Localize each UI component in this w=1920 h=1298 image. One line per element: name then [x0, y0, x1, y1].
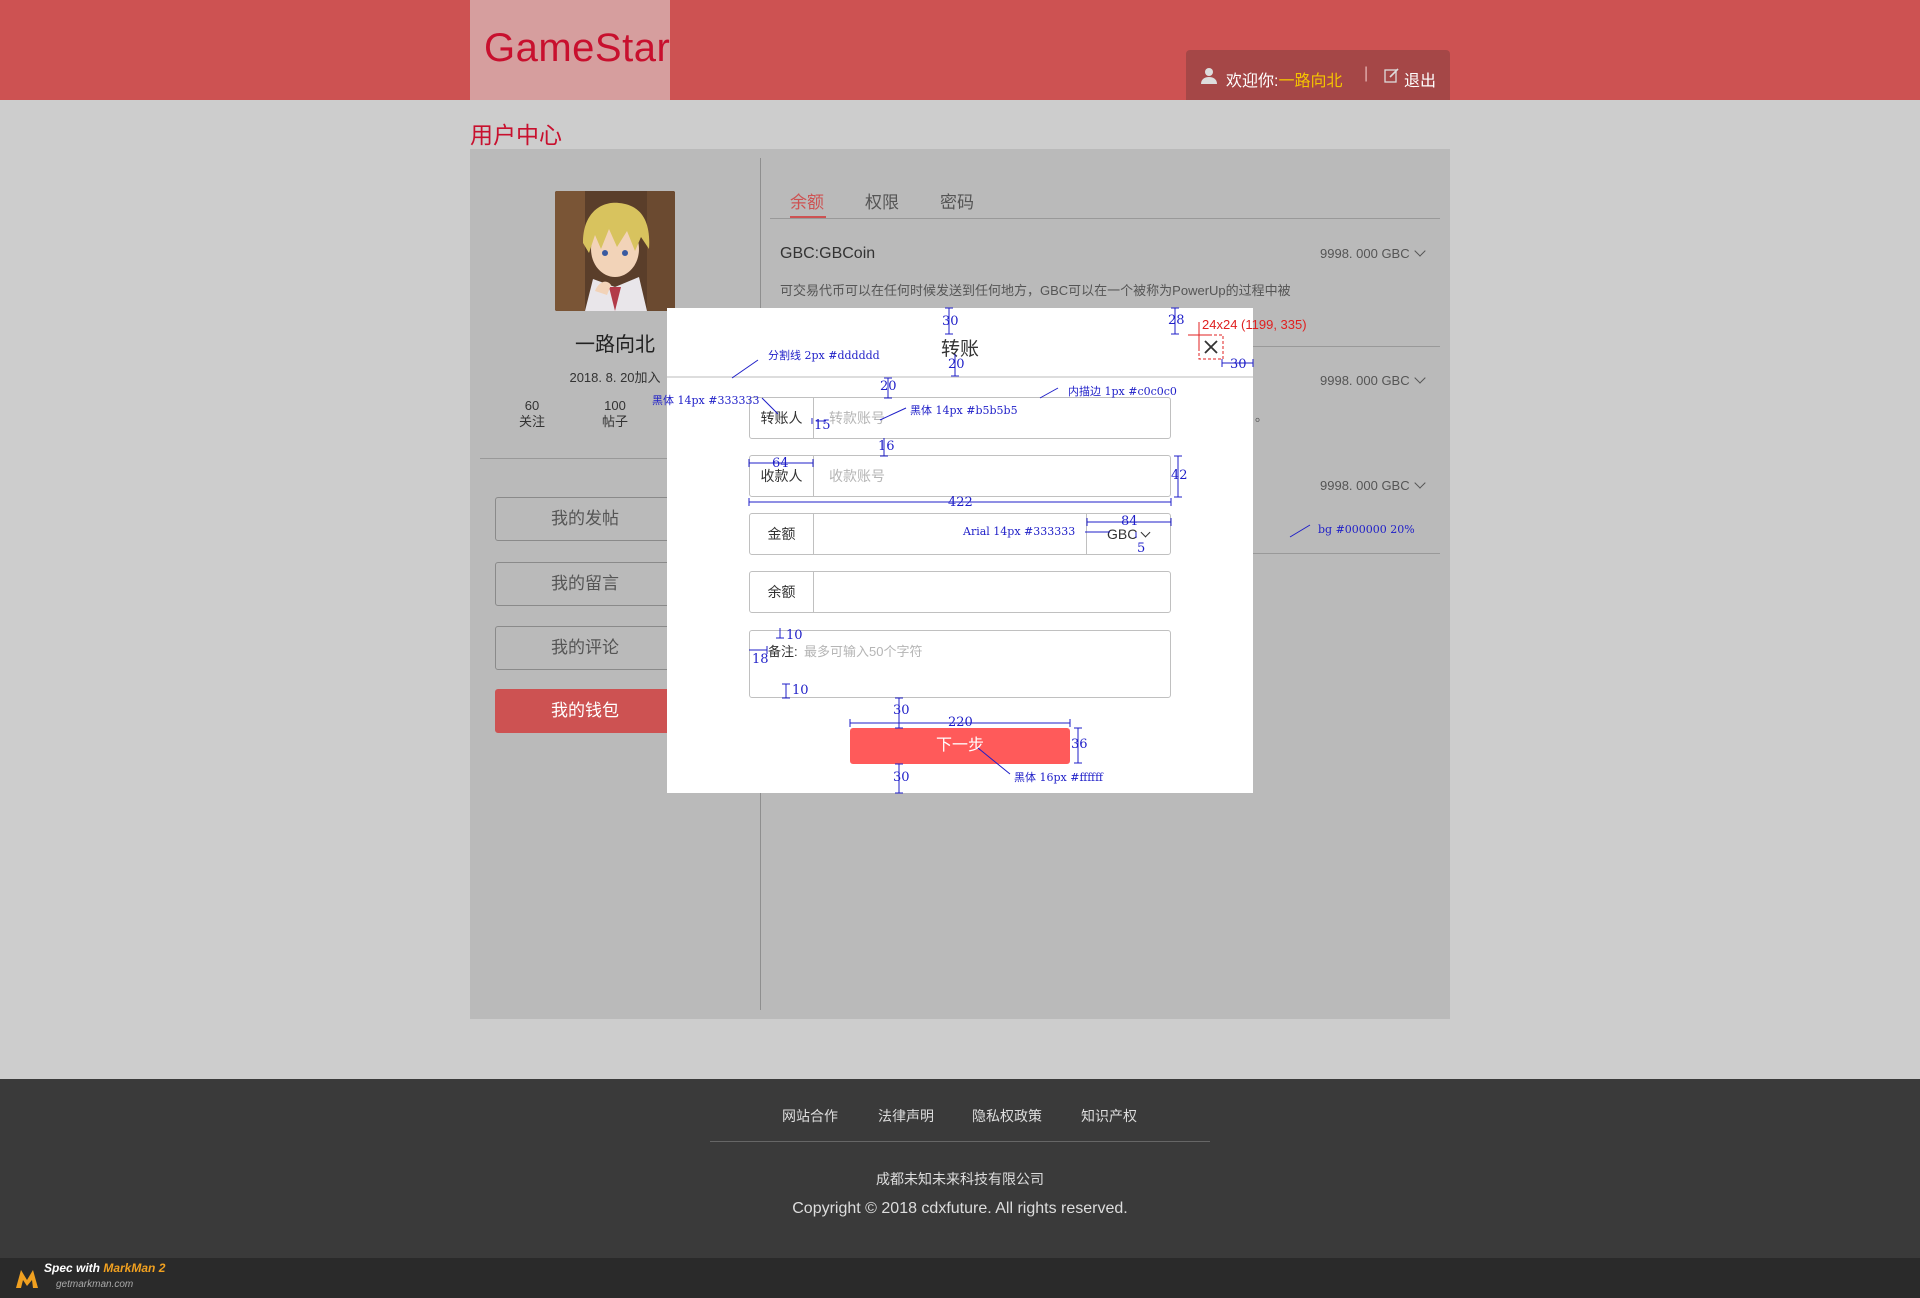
separator: | — [1364, 65, 1369, 82]
field-placeholder: 转款账号 — [829, 410, 885, 426]
avatar — [555, 191, 675, 311]
dim-label: 30 — [1230, 357, 1247, 372]
desc-line: 可交易代币可以在任何时候发送到任何地方，GBC可以在一个被称为PowerUp的过… — [780, 283, 1291, 298]
stat-label: 帖子 — [601, 414, 628, 429]
dim-label: 84 — [1121, 514, 1138, 529]
field-label: 金额 — [750, 514, 814, 554]
dim-label: 5 — [1137, 541, 1146, 556]
greeting-label: 欢迎你: — [1226, 73, 1279, 90]
tab-active-indicator — [790, 216, 826, 218]
amount-text: 9998. 000 GBC — [1320, 373, 1410, 388]
user-icon — [1201, 68, 1217, 84]
close-icon[interactable] — [1199, 335, 1223, 359]
remark-textarea[interactable]: 备注: 最多可输入50个字符 — [749, 630, 1171, 698]
tab-password[interactable]: 密码 — [940, 188, 974, 213]
amount-text: 9998. 000 GBC — [1320, 478, 1410, 493]
site-logo[interactable]: GameStar — [470, 0, 670, 100]
page-title: 用户中心 — [470, 122, 562, 148]
logout-link[interactable]: 退出 — [1404, 67, 1436, 91]
field-label: 转账人 — [750, 398, 814, 438]
dim-label: 18 — [752, 652, 769, 667]
balance-field[interactable]: 余额 — [749, 571, 1171, 613]
dim-label: 20 — [948, 357, 965, 372]
edit-icon[interactable] — [1384, 67, 1400, 83]
tab-balance[interactable]: 余额 — [790, 188, 824, 213]
coin-title: GBC:GBCoin — [780, 245, 876, 262]
amount-text: 9998. 000 GBC — [1320, 246, 1410, 261]
button-font-annotation: 黑体 16px #ffffff — [1014, 771, 1103, 784]
remark-placeholder: 最多可输入50个字符 — [804, 644, 923, 659]
watermark-url: getmarkman.com — [56, 1279, 134, 1290]
chevron-down-icon — [1140, 527, 1151, 538]
stat-value: 100 — [604, 398, 626, 413]
menu-my-messages[interactable]: 我的留言 — [495, 562, 675, 606]
company-name: 成都未知未来科技有限公司 — [876, 1171, 1044, 1187]
amount-field[interactable]: 金额 GBC — [749, 513, 1171, 555]
balance-amount-2[interactable]: 9998. 000 GBC — [1320, 372, 1426, 388]
balance-amount-3[interactable]: 9998. 000 GBC — [1320, 477, 1426, 493]
receiver-field[interactable]: 收款人 收款账号 — [749, 455, 1171, 497]
stat-following[interactable]: 60 关注 — [497, 398, 567, 430]
border-annotation: 内描边 1px #c0c0c0 — [1068, 385, 1177, 398]
desc-tail: 。 — [1255, 409, 1269, 424]
greeting: 欢迎你:一路向北 — [1226, 67, 1342, 91]
menu-my-posts[interactable]: 我的发帖 — [495, 497, 675, 541]
top-header: GameStar 欢迎你:一路向北 | 退出 — [0, 0, 1920, 100]
tab-permissions[interactable]: 权限 — [865, 188, 899, 213]
dim-label: 30 — [893, 770, 910, 785]
chevron-down-icon — [1413, 477, 1426, 489]
copyright: Copyright © 2018 cdxfuture. All rights r… — [792, 1200, 1128, 1217]
close-size-annotation: 24x24 (1199, 335) — [1202, 317, 1307, 332]
dim-label: 42 — [1171, 468, 1188, 483]
modal-divider — [667, 376, 1253, 378]
field-placeholder: 收款账号 — [829, 468, 885, 484]
footer: 网站合作 法律声明 隐私权政策 知识产权 成都未知未来科技有限公司 Copyri… — [0, 1079, 1920, 1258]
dim-label: 30 — [893, 703, 910, 718]
watermark-bar: Spec with MarkMan 2 getmarkman.com — [0, 1258, 1920, 1298]
dim-label: 10 — [792, 683, 809, 698]
watermark-text: Spec with MarkMan 2 — [44, 1261, 165, 1275]
field-label: 余额 — [750, 572, 814, 612]
markman-logo-icon — [16, 1270, 38, 1288]
stat-label: 关注 — [518, 414, 545, 429]
chevron-down-icon — [1413, 372, 1426, 384]
label-font-annotation: 黑体 14px #333333 — [652, 394, 760, 407]
username[interactable]: 一路向北 — [1278, 73, 1342, 90]
dim-label: 220 — [948, 715, 973, 730]
footer-link-ip[interactable]: 知识产权 — [1081, 1106, 1137, 1126]
chevron-down-icon — [1413, 245, 1426, 257]
dim-label: 422 — [948, 495, 973, 510]
watermark-prefix: Spec with — [44, 1261, 104, 1275]
dim-label: 10 — [786, 628, 803, 643]
menu-my-wallet[interactable]: 我的钱包 — [495, 689, 675, 733]
stat-value: 60 — [524, 398, 540, 413]
next-button[interactable]: 下一步 — [850, 728, 1070, 764]
logo-text[interactable]: GameStar — [484, 26, 670, 71]
dim-label: 15 — [814, 418, 831, 433]
balance-amount-1[interactable]: 9998. 000 GBC — [1320, 245, 1426, 261]
footer-link-privacy[interactable]: 隐私权政策 — [972, 1106, 1042, 1126]
user-box: 欢迎你:一路向北 | 退出 — [1186, 50, 1450, 100]
stat-posts[interactable]: 100 帖子 — [580, 398, 650, 430]
watermark-brand: MarkMan 2 — [103, 1261, 166, 1275]
divider-annotation: 分割线 2px #dddddd — [768, 349, 880, 362]
dim-label: 16 — [878, 439, 895, 454]
footer-divider — [710, 1141, 1210, 1142]
dim-label: 30 — [942, 314, 959, 329]
remark-label: 备注: — [768, 644, 798, 659]
mask-annotation: bg #000000 20% — [1318, 523, 1415, 536]
dim-label: 64 — [772, 456, 789, 471]
footer-link-partner[interactable]: 网站合作 — [782, 1106, 838, 1126]
dim-label: 20 — [880, 379, 897, 394]
placeholder-font-annotation: 黑体 14px #b5b5b5 — [910, 404, 1018, 417]
footer-link-legal[interactable]: 法律声明 — [878, 1106, 934, 1126]
tab-underline-track — [770, 218, 1440, 219]
dim-label: 28 — [1168, 313, 1185, 328]
menu-my-comments[interactable]: 我的评论 — [495, 626, 675, 670]
amount-font-annotation: Arial 14px #333333 — [963, 525, 1076, 538]
dim-label: 36 — [1071, 737, 1088, 752]
